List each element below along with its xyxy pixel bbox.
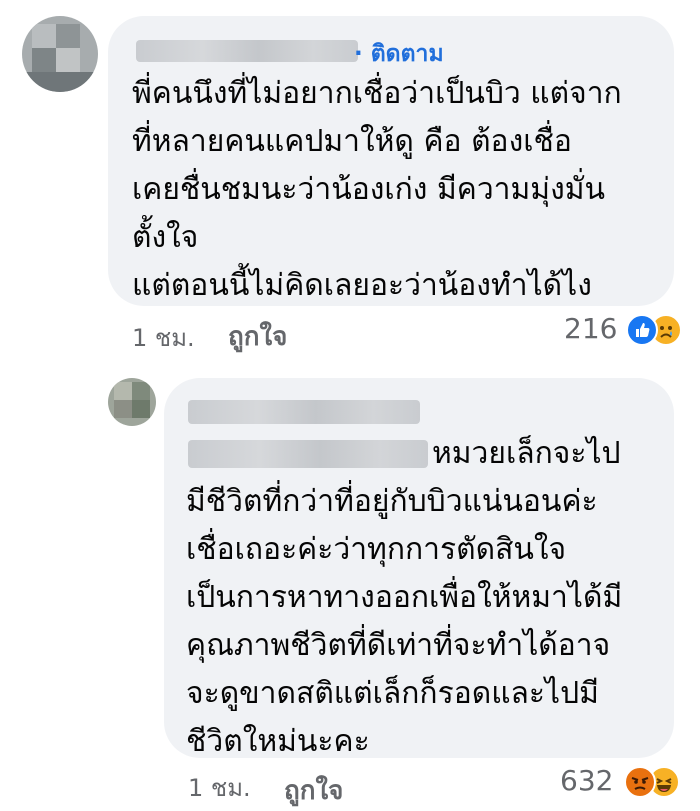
replier-avatar[interactable] [108, 378, 156, 426]
follow-link[interactable]: · ติดตาม [354, 36, 444, 72]
commenter-name-redacted[interactable] [136, 40, 358, 62]
reply-line: เป็นการหาทางออกเพื่อให้หมาได้มี [186, 580, 623, 615]
like-icon[interactable] [626, 314, 658, 346]
thumbs-up-glyph [636, 323, 650, 337]
comment-line: พี่คนนึงที่ไม่อยากเชื่อว่าเป็นบิว แต่จาก [132, 76, 622, 111]
reply-bubble: หมวยเล็กจะไป มีชีวิตที่กว่าที่อยู่กับบิว… [164, 378, 674, 759]
avatar-pixel [132, 400, 150, 418]
comment-timestamp[interactable]: 1 ชม. [132, 318, 195, 357]
avatar-pixel [56, 48, 80, 72]
comment-text: พี่คนนึงที่ไม่อยากเชื่อว่าเป็นบิว แต่จาก… [132, 70, 622, 310]
reply-line: จะดูขาดสติแต่เล็กก็รอดและไปมี [186, 676, 599, 711]
comment-line: แต่ตอนนี้ไม่คิดเลยอะว่าน้องทำได้ไง [132, 268, 592, 303]
avatar-pixel [32, 48, 56, 72]
reaction-count[interactable]: 632 [560, 764, 613, 797]
like-button[interactable]: ถูกใจ [284, 770, 343, 811]
avatar-pixel [114, 400, 132, 418]
like-button[interactable]: ถูกใจ [228, 316, 287, 357]
reaction-count[interactable]: 216 [564, 312, 617, 345]
commenter-avatar[interactable] [22, 16, 98, 92]
reply-line: เชื่อเถอะค่ะว่าทุกการตัดสินใจ [186, 532, 567, 567]
comment-line: ตั้งใจ [132, 220, 199, 255]
reply-line-text: หมวยเล็กจะไป [432, 436, 621, 471]
avatar-pixel [22, 72, 98, 92]
replier-name-redacted[interactable] [188, 400, 420, 424]
reply-line: ชีวิตใหม่นะคะ [186, 724, 370, 759]
reply-line: หมวยเล็กจะไป [186, 430, 622, 478]
reply-line: มีชีวิตที่กว่าที่อยู่กับบิวแน่นอนค่ะ [186, 484, 598, 519]
reply-line: คุณภาพชีวิตที่ดีเท่าที่จะทำได้อาจ [186, 628, 611, 663]
reply-timestamp[interactable]: 1 ชม. [188, 768, 251, 807]
comment-bubble: · ติดตาม พี่คนนึงที่ไม่อยากเชื่อว่าเป็นบ… [108, 16, 674, 306]
avatar-pixel [132, 382, 150, 400]
comment-line: ที่หลายคนแคปมาให้ดู คือ ต้องเชื่อ [132, 124, 572, 159]
angry-face-glyph [631, 777, 649, 790]
angry-icon[interactable] [624, 766, 656, 798]
reply-text: หมวยเล็กจะไป มีชีวิตที่กว่าที่อยู่กับบิว… [186, 430, 622, 766]
avatar-pixel [114, 382, 132, 400]
comment-line: เคยชื่นชมนะว่าน้องเก่ง มีความมุ่งมั่น [132, 172, 606, 207]
avatar-pixel [56, 24, 80, 48]
avatar-pixel [32, 24, 56, 48]
